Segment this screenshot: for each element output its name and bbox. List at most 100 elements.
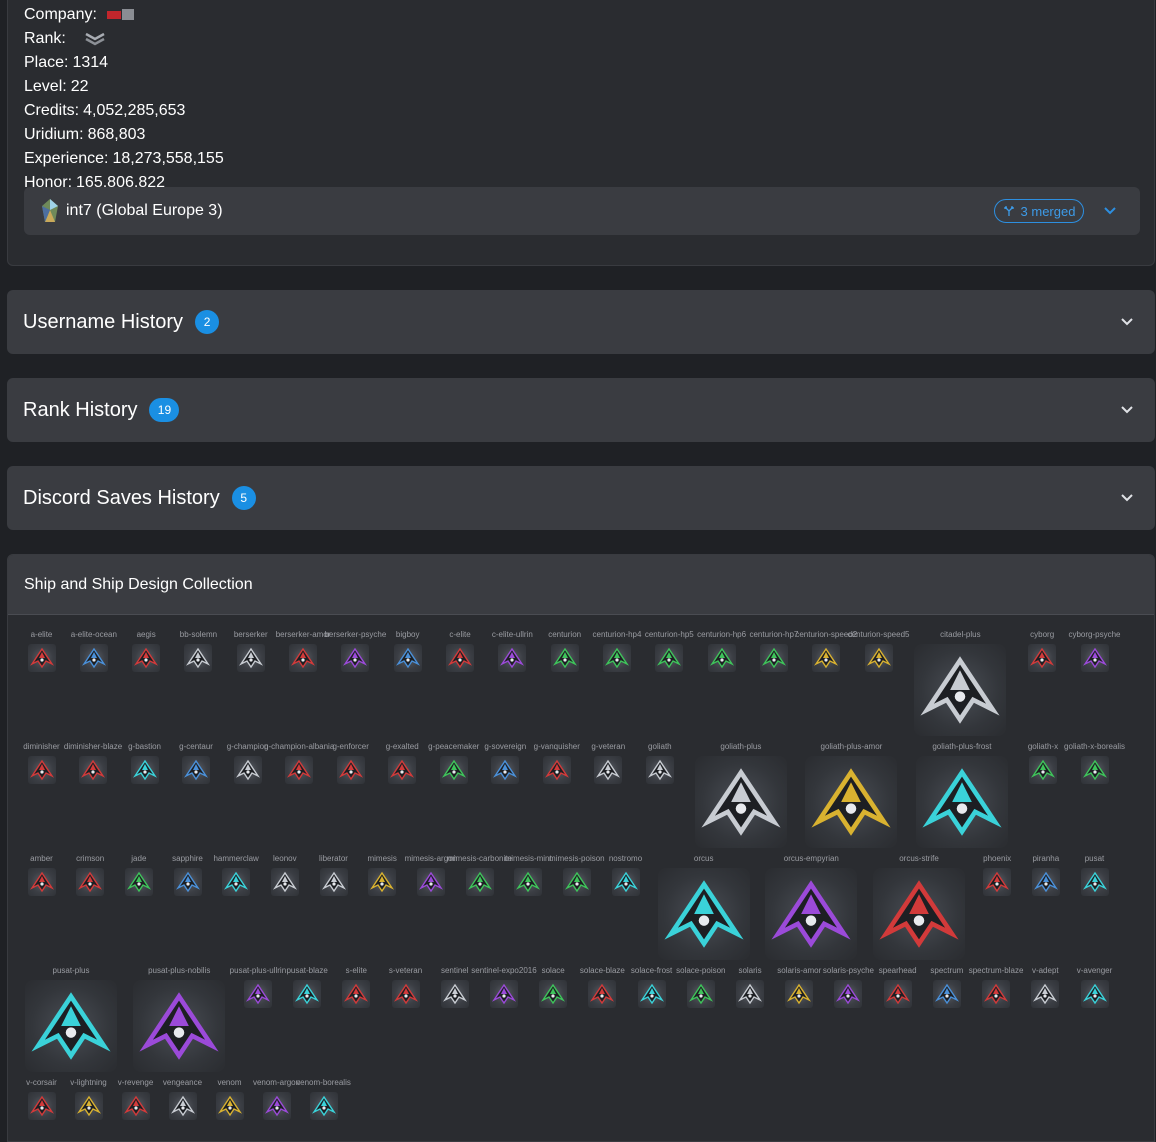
ship-item[interactable]: solaris-amor — [776, 965, 823, 1008]
ship-item[interactable]: goliath-x — [1019, 741, 1066, 784]
ship-item[interactable]: v-adept — [1022, 965, 1069, 1008]
ship-item[interactable]: crimson — [67, 853, 114, 896]
ship-item[interactable]: g-exalted — [379, 741, 426, 784]
ship-item[interactable]: bb-solemn — [175, 629, 222, 672]
ship-item[interactable]: solace-frost — [628, 965, 675, 1008]
rank-history-accordion[interactable]: Rank History 19 — [7, 378, 1155, 442]
ship-item[interactable]: spearhead — [874, 965, 921, 1008]
ship-item[interactable]: centurion-hp4 — [593, 629, 641, 672]
ship-item[interactable]: v-avenger — [1071, 965, 1118, 1008]
ship-item[interactable]: g-veteran — [585, 741, 632, 784]
ship-item[interactable]: berserker-psyche — [324, 629, 386, 672]
ship-item[interactable]: venom-argon — [253, 1077, 300, 1120]
discord-saves-history-accordion[interactable]: Discord Saves History 5 — [7, 466, 1155, 530]
ship-item[interactable]: s-elite — [333, 965, 380, 1008]
ship-item[interactable]: pusat-plus-ullrin — [230, 965, 286, 1008]
ship-item[interactable]: mimesis-mint — [505, 853, 552, 896]
ship-name: g-champion-albania — [264, 742, 335, 751]
ship-item[interactable]: cyborg — [1019, 629, 1066, 672]
ship-item[interactable]: diminisher — [18, 741, 65, 784]
ship-name: spectrum-blaze — [968, 966, 1024, 975]
ship-item[interactable]: liberator — [310, 853, 357, 896]
ship-item[interactable]: centurion-hp7 — [749, 629, 798, 672]
chevron-down-icon[interactable] — [1102, 203, 1118, 219]
ship-item[interactable]: solace-poison — [676, 965, 726, 1008]
ship-item[interactable]: hammerclaw — [213, 853, 260, 896]
ship-thumbnail — [336, 756, 365, 784]
ship-item[interactable]: g-centaur — [173, 741, 220, 784]
ship-item[interactable]: goliath-plus — [688, 741, 794, 848]
ship-icon — [170, 1095, 195, 1117]
ship-item[interactable]: pusat-plus-nobilis — [126, 965, 232, 1072]
ship-item[interactable]: a-elite-ocean — [70, 629, 117, 672]
ship-item[interactable]: spectrum-blaze — [969, 965, 1023, 1008]
ship-item[interactable]: centurion-speed5 — [848, 629, 909, 672]
ship-item[interactable]: pusat-plus — [18, 965, 124, 1072]
ship-item[interactable]: orcus-strife — [866, 853, 972, 960]
ship-item[interactable]: g-enforcer — [327, 741, 374, 784]
chevron-down-icon[interactable] — [1119, 314, 1135, 330]
ship-item[interactable]: centurion-hp6 — [697, 629, 746, 672]
ship-item[interactable]: solace — [530, 965, 577, 1008]
ship-thumbnail — [79, 644, 108, 672]
ship-thumbnail — [805, 756, 898, 848]
ship-item[interactable]: phoenix — [974, 853, 1021, 896]
ship-item[interactable]: solaris — [727, 965, 774, 1008]
ship-item[interactable]: bigboy — [384, 629, 431, 672]
ship-item[interactable]: v-corsair — [18, 1077, 65, 1120]
ship-item[interactable]: g-vanquisher — [533, 741, 580, 784]
ship-name: v-corsair — [26, 1078, 57, 1087]
ship-item[interactable]: venom-borealis — [296, 1077, 351, 1120]
ship-item[interactable]: venom — [206, 1077, 253, 1120]
ship-item[interactable]: berserker-amor — [276, 629, 330, 672]
ship-item[interactable]: orcus-empyrian — [758, 853, 864, 960]
ship-item[interactable]: s-veteran — [382, 965, 429, 1008]
ship-item[interactable]: goliath-plus-frost — [909, 741, 1015, 848]
ship-item[interactable]: diminisher-blaze — [64, 741, 122, 784]
ship-item[interactable]: orcus — [651, 853, 757, 960]
ship-item[interactable]: nostromo — [602, 853, 649, 896]
ship-icon — [811, 768, 891, 836]
ship-item[interactable]: goliath-plus-amor — [798, 741, 904, 848]
ship-item[interactable]: jade — [115, 853, 162, 896]
chevron-down-icon[interactable] — [1119, 402, 1135, 418]
ship-item[interactable]: cyborg-psyche — [1068, 629, 1121, 672]
ship-item[interactable]: c-elite-ullrin — [489, 629, 536, 672]
ship-item[interactable]: citadel-plus — [907, 629, 1013, 736]
ship-item[interactable]: goliath-x-borealis — [1064, 741, 1125, 784]
server-bar[interactable]: int7 (Global Europe 3) 3 merged — [24, 187, 1140, 235]
ship-item[interactable]: mimesis-poison — [549, 853, 605, 896]
ship-item[interactable]: g-bastion — [121, 741, 168, 784]
ship-item[interactable]: mimesis — [359, 853, 406, 896]
ship-item[interactable]: goliath — [636, 741, 683, 784]
ship-item[interactable]: centurion-hp5 — [645, 629, 694, 672]
ship-item[interactable]: mimesis-carbonite — [447, 853, 512, 896]
ship-item[interactable]: a-elite — [18, 629, 65, 672]
ship-item[interactable]: berserker — [227, 629, 274, 672]
ship-item[interactable]: aegis — [123, 629, 170, 672]
ship-item[interactable]: g-sovereign — [482, 741, 529, 784]
ship-item[interactable]: sentinel-expo2016 — [471, 965, 537, 1008]
ship-item[interactable]: v-revenge — [112, 1077, 159, 1120]
ship-item[interactable]: pusat — [1071, 853, 1118, 896]
chevron-down-icon[interactable] — [1119, 490, 1135, 506]
ship-item[interactable]: sapphire — [164, 853, 211, 896]
ship-item[interactable]: c-elite — [437, 629, 484, 672]
merged-servers-pill[interactable]: 3 merged — [994, 199, 1084, 223]
ship-item[interactable]: spectrum — [923, 965, 970, 1008]
ship-item[interactable]: solace-blaze — [579, 965, 626, 1008]
username-history-accordion[interactable]: Username History 2 — [7, 290, 1155, 354]
ship-thumbnail — [440, 980, 469, 1008]
ship-item[interactable]: centurion-speed2 — [795, 629, 857, 672]
ship-item[interactable]: g-peacemaker — [428, 741, 479, 784]
ship-item[interactable]: vengeance — [159, 1077, 206, 1120]
ship-item[interactable]: amber — [18, 853, 65, 896]
ship-item[interactable]: g-champion-albania — [264, 741, 334, 784]
ship-item[interactable]: v-lightning — [65, 1077, 112, 1120]
ship-thumbnail — [514, 868, 543, 896]
ship-item[interactable]: leonov — [261, 853, 308, 896]
ship-item[interactable]: centurion — [541, 629, 588, 672]
ship-item[interactable]: piranha — [1022, 853, 1069, 896]
ship-item[interactable]: solaris-psyche — [823, 965, 874, 1008]
ship-item[interactable]: pusat-blaze — [284, 965, 331, 1008]
